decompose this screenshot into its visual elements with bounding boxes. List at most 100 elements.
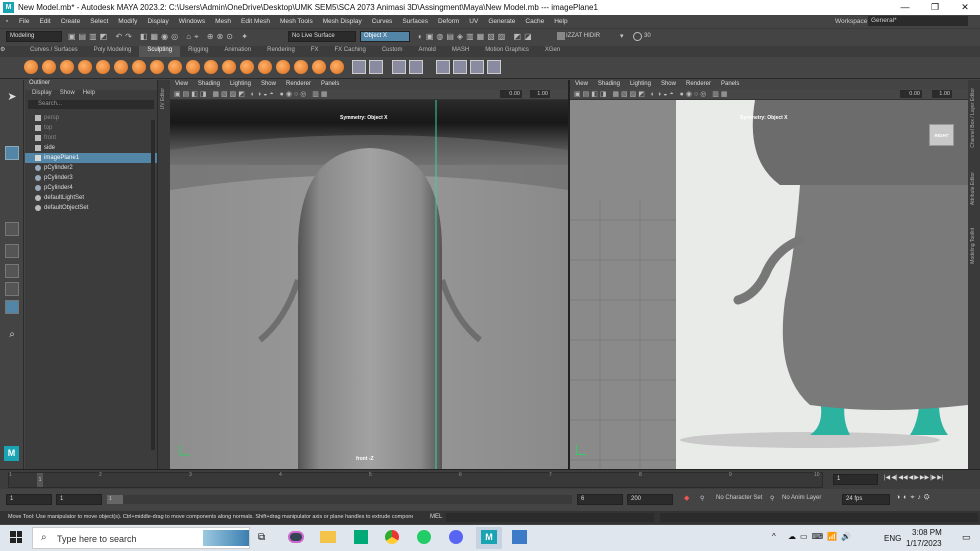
timeline-track[interactable]: 1 1 2 3 4 5 6 7 8 9 10 [8,472,823,488]
discord-icon[interactable] [449,530,463,544]
menu-curves[interactable]: Curves [367,18,398,25]
range-handle[interactable]: 1 [107,495,123,504]
user-name[interactable]: IZZAT HIDIR [566,33,600,39]
uv-editor-strip[interactable]: UV Editor [158,80,170,469]
fps-dropdown[interactable]: 24 fps [842,494,890,505]
scale-tool-icon[interactable] [5,184,19,198]
layout-a-icon[interactable] [5,264,19,278]
outliner-item-front[interactable]: front [25,133,157,143]
outliner-menu-show[interactable]: Show [56,90,79,99]
freeze-tool-icon[interactable] [330,60,344,74]
start-time-field[interactable]: 1 [6,494,52,505]
scrape-tool-icon[interactable] [222,60,236,74]
command-input[interactable] [446,513,654,522]
vp-menu-panels[interactable]: Panels [716,80,744,89]
exposure-field[interactable]: 0.00 [900,90,922,98]
app-icon-pill[interactable] [288,531,304,543]
workspace-dropdown[interactable]: General* [868,16,968,26]
imprint-tool-icon[interactable] [186,60,200,74]
panel-toolbar-icons[interactable]: ▣▤◧◨ ▦▧▨◩ ◐◑◒◓ ●◉○◎ ▥▦ [174,90,330,98]
flatten-tool-icon[interactable] [114,60,128,74]
file-explorer-icon[interactable] [320,531,336,543]
subdiv-icon[interactable] [453,60,467,74]
current-frame-field[interactable]: 1 [833,474,878,485]
grab-tool-icon[interactable] [78,60,92,74]
rotate-tool-icon[interactable] [5,165,19,179]
store-icon[interactable] [354,530,368,544]
relax-tool-icon[interactable] [60,60,74,74]
gamma-field[interactable]: 1.00 [932,90,952,98]
task-view-icon[interactable]: ⧉ [258,532,265,543]
taskbar-search-box[interactable]: ⌕ Type here to search [32,527,250,549]
viewcube[interactable]: RIGHT [929,124,954,146]
vp-menu-view[interactable]: View [170,80,193,89]
gamma-field[interactable]: 1.00 [530,90,550,98]
mask-tool-icon[interactable] [352,60,366,74]
repeat-tool-icon[interactable] [168,60,182,74]
outliner-scrollbar[interactable] [151,120,155,450]
vp-menu-lighting[interactable]: Lighting [625,80,656,89]
clock-time[interactable]: 3:08 PM [912,528,942,537]
amplify-tool-icon[interactable] [312,60,326,74]
playhead[interactable]: 1 [37,473,43,487]
step-forward-frame-button[interactable]: ▶▶ [920,474,929,481]
vp-menu-renderer[interactable]: Renderer [681,80,716,89]
language-indicator[interactable]: ENG [884,534,901,543]
shelf-tab-fx-caching[interactable]: FX Caching [326,46,373,57]
menu-mesh[interactable]: Mesh [210,18,236,25]
go-to-end-button[interactable]: ▶| [937,474,943,481]
shelf-tab-custom[interactable]: Custom [374,46,411,57]
menu-file[interactable]: File [14,18,34,25]
tray-overflow-icon[interactable]: ^ [772,532,776,541]
auto-key-icon[interactable]: ◆ [684,494,689,502]
end-time-field[interactable]: 200 [627,494,673,505]
vp-menu-shading[interactable]: Shading [593,80,625,89]
menu-uv[interactable]: UV [464,18,483,25]
shape-editor-icon[interactable] [409,60,423,74]
shelf-tab-fx[interactable]: FX [303,46,327,57]
file-icons[interactable]: ▣▤▥◩ ↶↷ [68,32,135,41]
menu-help[interactable]: Help [549,18,572,25]
render-icons[interactable]: ◐▣◍▤◈▥▦▧▨ ◩◪ [418,32,535,41]
vp-menu-renderer[interactable]: Renderer [281,80,316,89]
move-tool-icon[interactable] [5,146,19,160]
smear-tool-icon[interactable] [276,60,290,74]
layout-b-icon[interactable] [5,282,19,296]
outliner-search-input[interactable]: Search... [28,100,154,109]
clock-date[interactable]: 1/17/2023 [906,539,942,548]
photos-icon[interactable] [512,530,527,544]
maya-home-icon[interactable]: M [4,446,19,461]
unmask-tool-icon[interactable] [369,60,383,74]
wax-tool-icon[interactable] [204,60,218,74]
texture-icon[interactable] [487,60,501,74]
shelf-tab-sculpting[interactable]: Sculpting [139,46,181,57]
lasso-tool-icon[interactable] [5,110,19,124]
notifications-icon[interactable]: ▭ [962,532,971,543]
playback-options-icons[interactable]: ◑◐⌖♪⚙ [896,494,933,502]
shelf-tab-animation[interactable]: Animation [216,46,259,57]
outliner-menu-help[interactable]: Help [79,90,99,99]
vp-menu-view[interactable]: View [570,80,593,89]
menu-deform[interactable]: Deform [433,18,464,25]
shelf-tab-arnold[interactable]: Arnold [411,46,444,57]
viewport-front[interactable]: View Shading Lighting Show Renderer Pane… [170,80,568,469]
viewport-front-canvas[interactable]: Symmetry: Object X front -Z [170,100,568,469]
layout-c-icon[interactable] [5,300,19,314]
outliner-item-pcylinder4[interactable]: pCylinder4 [25,183,157,193]
spray-tool-icon[interactable] [150,60,164,74]
outliner-item-pcylinder3[interactable]: pCylinder3 [25,173,157,183]
select-tool-icon[interactable]: ➤ [5,90,19,104]
four-pane-icon[interactable] [5,244,19,258]
blend-shape-icon[interactable] [392,60,406,74]
vp-menu-shading[interactable]: Shading [193,80,225,89]
chevron-down-icon[interactable]: ▾ [620,32,624,40]
step-back-frame-button[interactable]: ◀◀ [898,474,907,481]
outliner-item-side[interactable]: side [25,143,157,153]
outliner-item-top[interactable]: top [25,123,157,133]
symmetry-dropdown[interactable]: Object X [360,31,410,42]
outliner-menu-display[interactable]: Display [28,90,56,99]
menu-surfaces[interactable]: Surfaces [397,18,433,25]
uv-editor-tab[interactable]: UV Editor [160,88,166,109]
mel-label[interactable]: MEL [430,514,442,520]
pinch-tool-icon[interactable] [96,60,110,74]
